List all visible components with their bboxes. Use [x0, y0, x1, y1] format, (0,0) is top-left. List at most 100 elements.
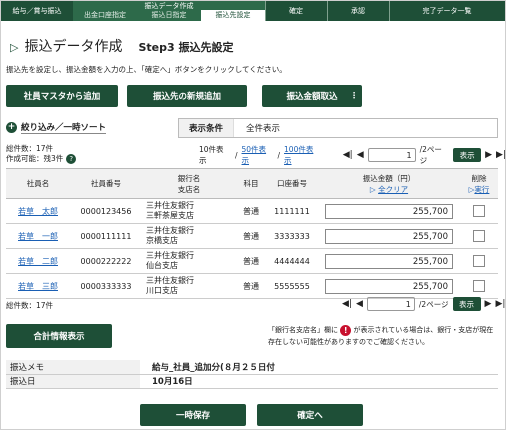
amount-cell: 255,700: [318, 248, 460, 274]
delete-checkbox[interactable]: [473, 230, 485, 242]
bank-name: 三井住友銀行: [146, 201, 194, 210]
employee-name-link[interactable]: 若草 三郎: [18, 282, 58, 291]
account-number: 4444444: [266, 248, 318, 274]
bank-cell: 三井住友銀行 三軒茶屋支店: [142, 198, 236, 224]
bank-warning-note: 「銀行名支店名」欄に ! が表示されている場合は、銀行・支店が現在存在しない可能…: [268, 324, 500, 348]
employee-name-cell: 若草 太郎: [6, 198, 70, 224]
clear-all-row: ▷ 全クリア: [369, 184, 409, 194]
step-salary-transfer: 給与／賞与振込: [1, 1, 74, 21]
show-totals-button[interactable]: 合計情報表示: [6, 324, 112, 348]
temporary-save-button[interactable]: 一時保存: [140, 404, 246, 426]
col-delete: 削除 ▷実行: [460, 168, 498, 199]
account-type: 普通: [236, 273, 266, 299]
separator: /: [234, 150, 238, 160]
import-amount-label: 振込金額取込: [286, 92, 338, 102]
branch-name: 京橋支店: [146, 236, 178, 245]
step-subtitle: Step3 振込先設定: [138, 41, 234, 54]
separator: /: [277, 150, 281, 160]
execute-row: ▷実行: [468, 184, 490, 194]
col-bank: 銀行名 支店名: [142, 168, 236, 199]
table-row: 若草 三郎 0000333333 三井住友銀行 川口支店 普通 5555555 2…: [6, 273, 498, 299]
employee-number: 0000111111: [70, 223, 142, 249]
next-page-icon[interactable]: ▶: [485, 150, 492, 160]
amount-input[interactable]: 255,700: [325, 278, 453, 294]
last-page-icon[interactable]: ▶|: [495, 299, 505, 309]
per-page-10: 10件表示: [199, 145, 224, 165]
display-button[interactable]: 表示: [452, 297, 481, 311]
col-name: 社員名: [6, 168, 70, 199]
confirm-button[interactable]: 確定へ: [257, 404, 363, 426]
account-type: 普通: [236, 223, 266, 249]
add-new-payee-button[interactable]: 振込先の新規追加: [127, 85, 247, 107]
delete-cell: [460, 223, 498, 249]
step-create-data: 振込データ作成 出金口座指定 振込日指定 振込先設定: [73, 1, 266, 21]
branch-name: 川口支店: [146, 286, 178, 295]
step-label: 承認: [351, 7, 365, 15]
bank-name: 三井住友銀行: [146, 276, 194, 285]
substep-account: 出金口座指定: [84, 10, 126, 19]
account-type: 普通: [236, 198, 266, 224]
employee-number: 0000333333: [70, 273, 142, 299]
account-number: 5555555: [266, 273, 318, 299]
filter-sort-label: 絞り込み／一時ソート: [21, 123, 107, 134]
table-row: 若草 太郎 0000123456 三井住友銀行 三軒茶屋支店 普通 1111111…: [6, 198, 498, 224]
delete-cell: [460, 198, 498, 224]
col-delete-label: 削除: [471, 173, 487, 183]
per-page-100-link[interactable]: 100件表示: [284, 144, 321, 166]
step-confirm: 確定: [265, 1, 328, 21]
bank-name: 三井住友銀行: [146, 251, 194, 260]
step-progress-bar: 給与／賞与振込 振込データ作成 出金口座指定 振込日指定 振込先設定 確定 承認…: [1, 1, 505, 21]
last-page-icon[interactable]: ▶|: [496, 150, 506, 160]
bank-name: 三井住友銀行: [146, 226, 194, 235]
delete-checkbox[interactable]: [473, 255, 485, 267]
first-page-icon[interactable]: ◀|: [342, 299, 352, 309]
total-count-bottom: 総件数：17件: [6, 301, 54, 310]
instruction-text: 振込先を設定し、振込金額を入力の上、「確定へ」ボタンをクリックしてください。: [6, 65, 287, 74]
employee-name-link[interactable]: 若草 二郎: [18, 257, 58, 266]
prev-page-icon[interactable]: ◀: [357, 150, 364, 160]
warning-icon: !: [340, 324, 352, 336]
amount-cell: 255,700: [318, 198, 460, 224]
col-amount: 振込金額（円） ▷ 全クリア: [318, 168, 460, 199]
page-number-input[interactable]: 1: [367, 148, 416, 162]
help-icon[interactable]: ?: [66, 154, 77, 164]
employee-number: 0000123456: [70, 198, 142, 224]
pager-bottom: ◀| ◀ 1 /2ページ 表示 ▶ ▶|: [342, 297, 505, 311]
branch-name: 三軒茶屋支店: [146, 211, 194, 220]
col-number: 社員番号: [70, 168, 142, 199]
employee-name-link[interactable]: 若草 一郎: [18, 232, 58, 241]
step-label: 完了データ一覧: [422, 7, 472, 15]
amount-input[interactable]: 255,700: [325, 228, 453, 244]
page-number-input[interactable]: 1: [366, 297, 415, 311]
amount-input[interactable]: 255,700: [325, 203, 453, 219]
delete-checkbox[interactable]: [473, 205, 485, 217]
delete-checkbox[interactable]: [473, 280, 485, 292]
import-amount-button[interactable]: 振込金額取込 ⋮: [262, 85, 362, 107]
clear-all-link[interactable]: 全クリア: [378, 185, 408, 194]
remaining-count-row: 作成可能：残3件?: [6, 153, 77, 164]
next-page-icon[interactable]: ▶: [485, 299, 492, 309]
filter-sort-toggle[interactable]: + 絞り込み／一時ソート: [6, 121, 107, 134]
plus-icon: +: [6, 122, 17, 133]
delete-cell: [460, 248, 498, 274]
payee-table: 社員名 社員番号 銀行名 支店名 科目 口座番号 振込金額（円） ▷ 全クリア …: [6, 168, 498, 299]
account-type: 普通: [236, 248, 266, 274]
amount-input[interactable]: 255,700: [325, 253, 453, 269]
step-label: 確定: [289, 7, 303, 15]
step-group-title: 振込データ作成: [144, 1, 194, 10]
per-page-50-link[interactable]: 50件表示: [242, 144, 274, 166]
employee-number: 0000222222: [70, 248, 142, 274]
page-title-text: 振込データ作成: [24, 39, 123, 55]
prev-page-icon[interactable]: ◀: [356, 299, 363, 309]
col-amount-label: 振込金額（円）: [362, 173, 416, 183]
display-button[interactable]: 表示: [453, 148, 482, 162]
triangle-icon: ▷: [10, 41, 19, 54]
employee-name-link[interactable]: 若草 太郎: [18, 207, 58, 216]
display-condition-label: 表示条件: [179, 119, 235, 137]
memo-value: 給与_社員_追加分(８月２５日付: [140, 360, 498, 375]
first-page-icon[interactable]: ◀|: [343, 150, 353, 160]
branch-name: 仙台支店: [146, 261, 178, 270]
memo-label: 振込メモ: [6, 360, 140, 375]
add-from-master-button[interactable]: 社員マスタから追加: [6, 85, 118, 107]
execute-delete-link[interactable]: 実行: [474, 185, 489, 194]
